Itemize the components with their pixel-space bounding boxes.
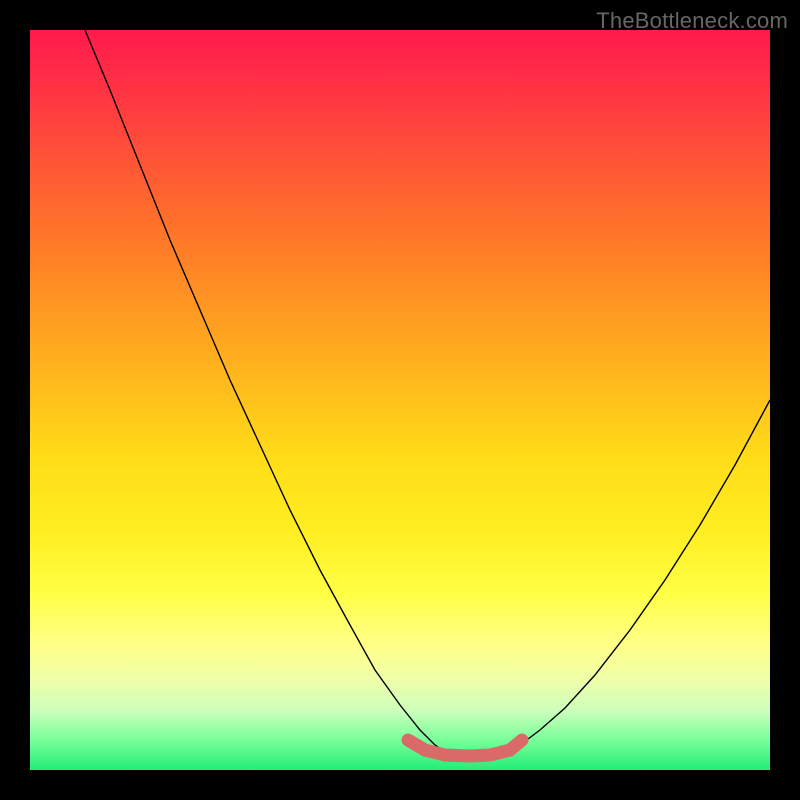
bottom-highlight — [408, 740, 522, 756]
right-curve — [505, 400, 770, 752]
chart-container: TheBottleneck.com — [0, 0, 800, 800]
plot-area — [30, 30, 770, 770]
watermark-text: TheBottleneck.com — [596, 8, 788, 34]
curve-layer — [30, 30, 770, 770]
left-curve — [85, 30, 445, 752]
